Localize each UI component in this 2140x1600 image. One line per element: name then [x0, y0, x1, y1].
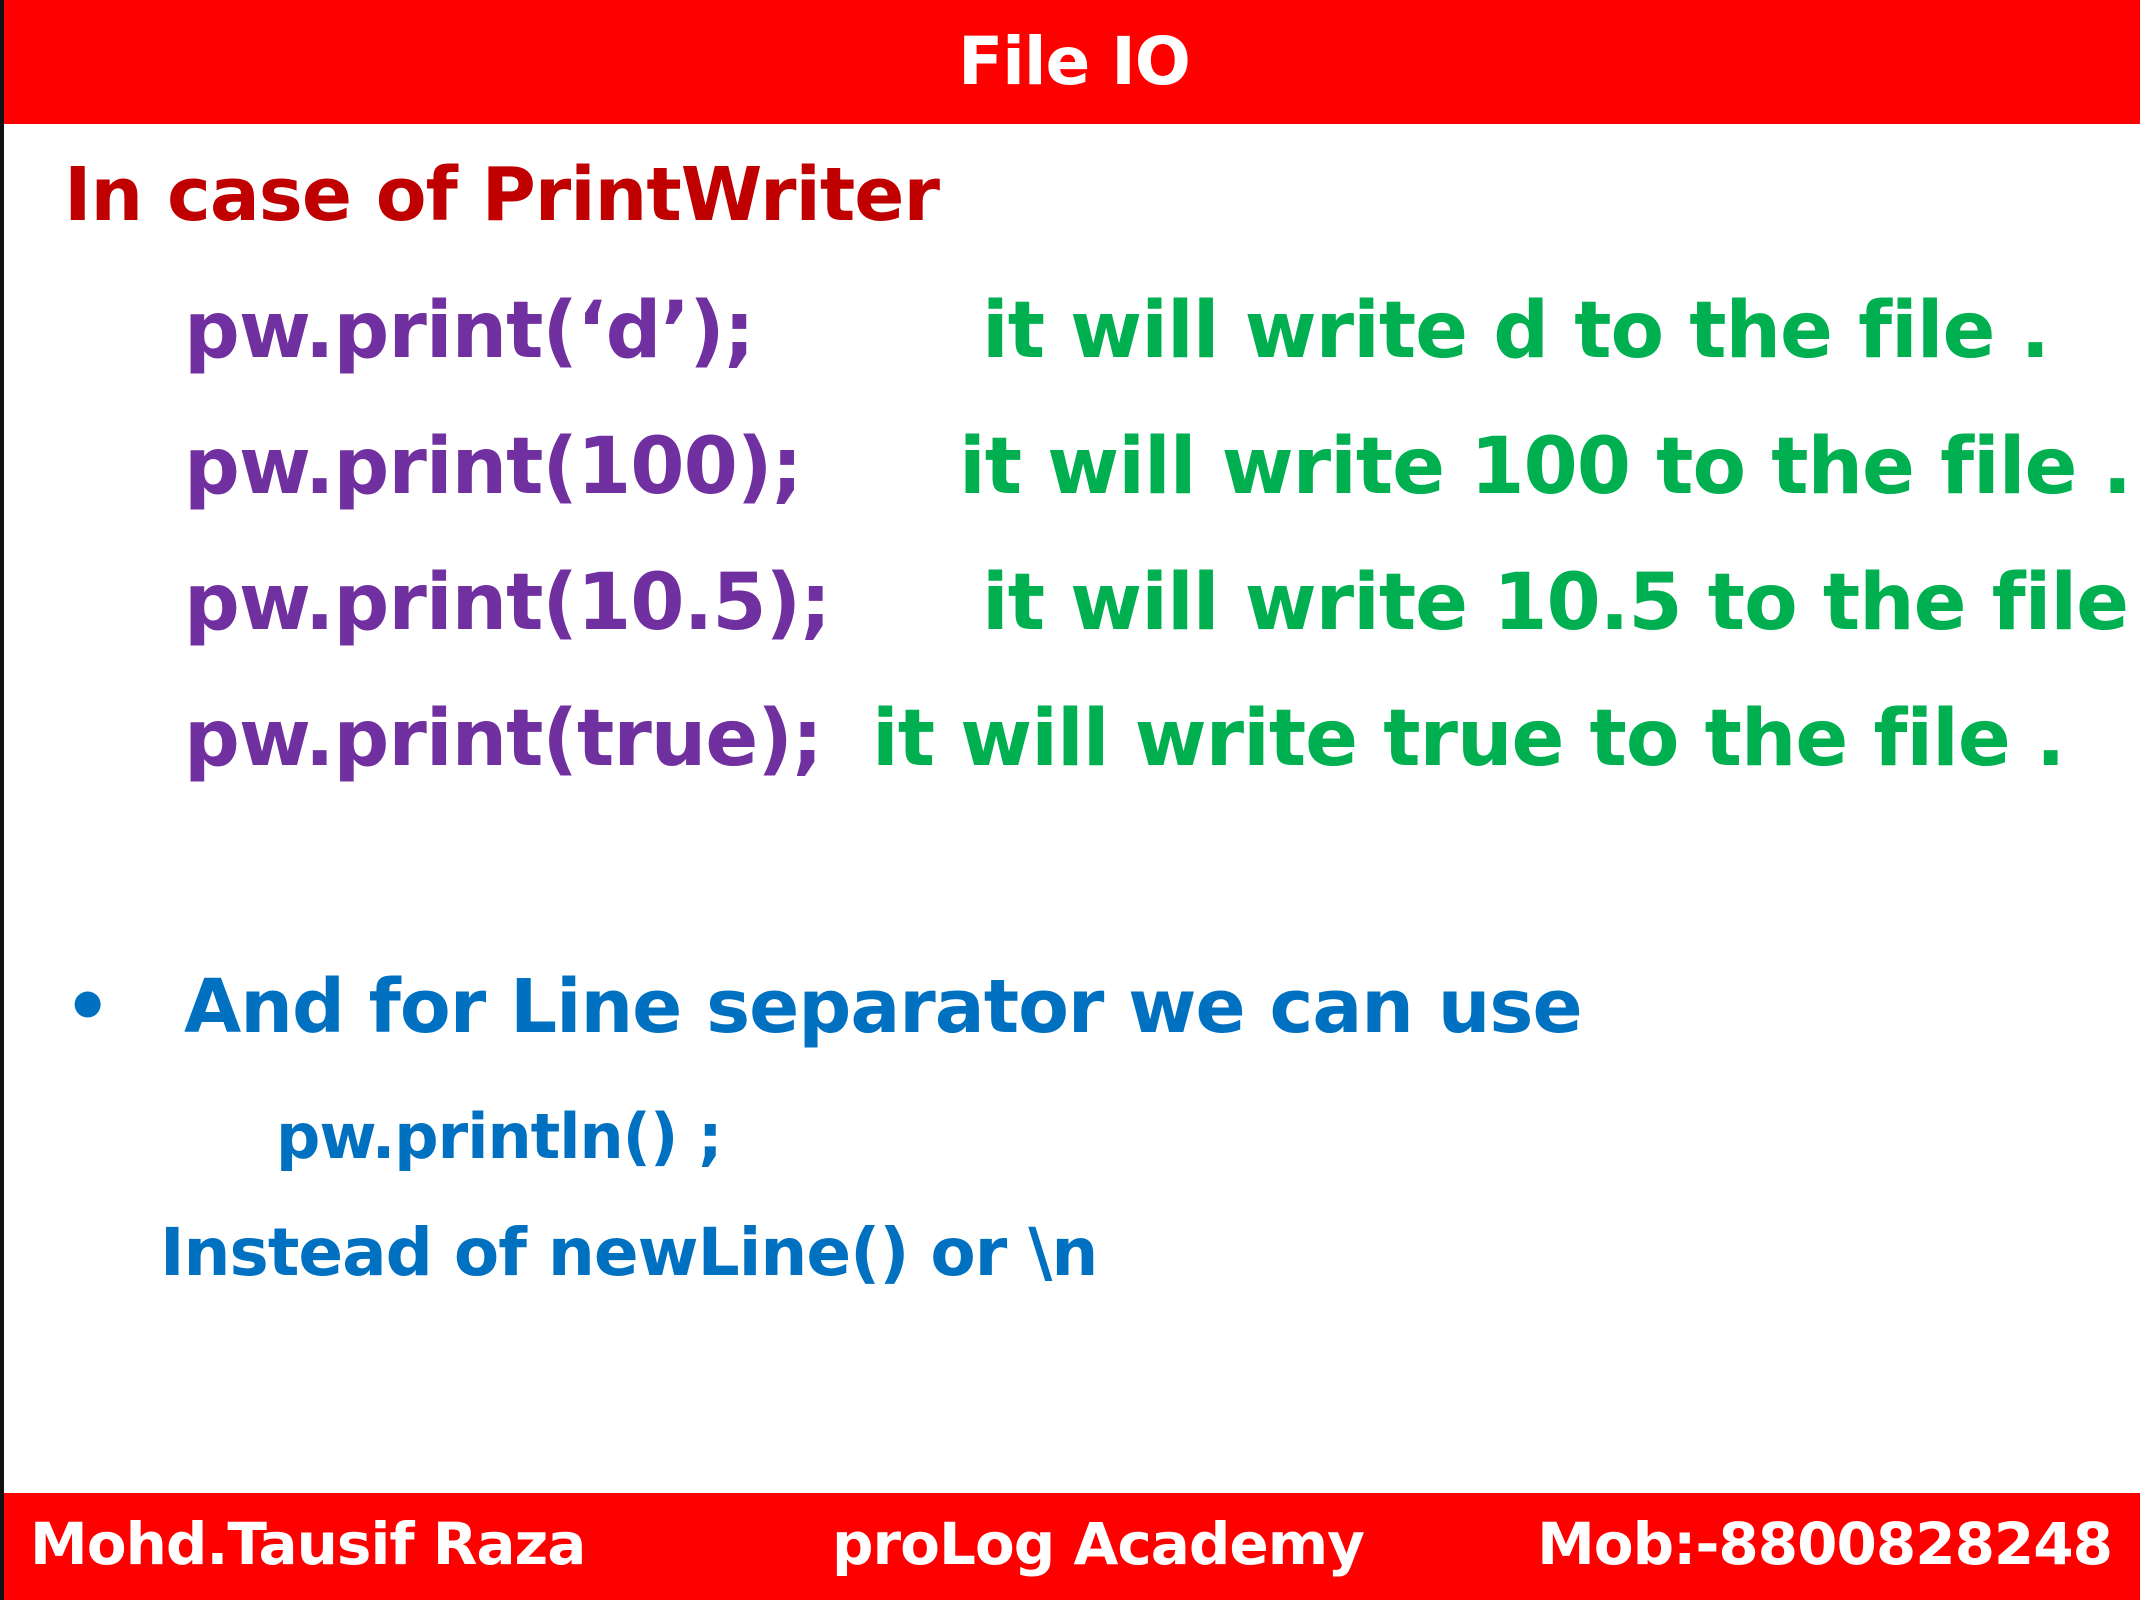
footer-phone: Mob:-8800828248 — [1537, 1510, 2113, 1578]
code-line-char: pw.print(‘d’); — [184, 286, 755, 376]
description-char: it will write d to the file . — [982, 286, 2050, 376]
description-int: it will write 100 to the file . — [959, 422, 2132, 512]
code-line-double: pw.print(10.5); — [184, 558, 831, 648]
footer-academy: proLog Academy — [832, 1510, 1365, 1578]
bullet-text: And for Line separator we can use — [184, 964, 1583, 1050]
description-double: it will write 10.5 to the file . — [982, 558, 2140, 648]
footer-author: Mohd.Tausif Raza — [30, 1510, 586, 1578]
slide: File IO In case of PrintWriter pw.print(… — [0, 0, 2140, 1600]
code-line-boolean: pw.print(true); — [184, 694, 823, 784]
description-boolean: it will write true to the file . — [872, 694, 2066, 784]
instead-note: Instead of newLine() or \n — [160, 1214, 1098, 1291]
slide-title: File IO — [958, 23, 1191, 100]
header-banner: File IO — [4, 0, 2140, 124]
bullet-marker: • — [64, 964, 111, 1050]
println-code: pw.println() ; — [276, 1100, 723, 1173]
code-line-int: pw.print(100); — [184, 422, 803, 512]
section-heading: In case of PrintWriter — [64, 152, 940, 238]
footer-banner: Mohd.Tausif Raza proLog Academy Mob:-880… — [4, 1493, 2140, 1600]
